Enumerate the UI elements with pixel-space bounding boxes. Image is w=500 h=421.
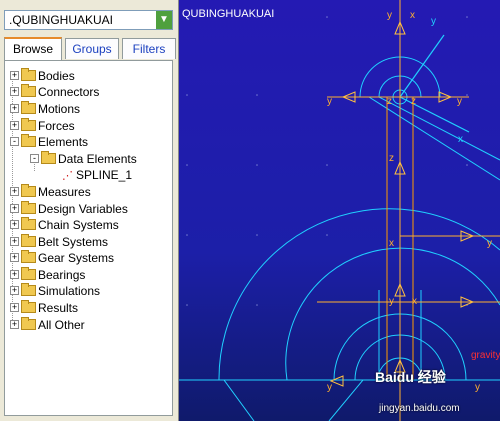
watermark-url: jingyan.baidu.com: [379, 403, 460, 414]
chevron-down-icon[interactable]: ▼: [156, 11, 172, 29]
expand-icon[interactable]: +: [10, 71, 19, 80]
axis-label-y: y: [389, 296, 394, 307]
folder-icon: [21, 300, 36, 313]
expand-icon[interactable]: +: [10, 253, 19, 262]
axis-label-y: y: [431, 16, 436, 27]
expand-icon[interactable]: +: [10, 187, 19, 196]
tree-item-label: Results: [38, 301, 79, 315]
tree-item-label: Measures: [38, 185, 91, 199]
folder-open-icon: [41, 151, 56, 164]
folder-icon: [21, 201, 36, 214]
folder-icon: [21, 317, 36, 330]
tab-browse[interactable]: Browse: [4, 37, 62, 60]
axis-label-z: z: [411, 96, 416, 107]
expand-icon[interactable]: +: [10, 303, 19, 312]
expand-icon[interactable]: +: [10, 320, 19, 329]
axis-label-y: y: [327, 382, 332, 393]
expand-icon[interactable]: +: [10, 87, 19, 96]
axis-label-y: y: [327, 96, 332, 107]
expand-icon[interactable]: +: [10, 204, 19, 213]
folder-icon: [21, 68, 36, 81]
model-tree: + Bodies + Connectors + Motions + Forces…: [4, 60, 173, 416]
folder-icon: [21, 283, 36, 296]
folder-icon: [21, 267, 36, 280]
model-selector[interactable]: .QUBINGHUAKUAI ▼: [4, 10, 173, 30]
axis-label-x: x: [458, 134, 463, 145]
folder-icon: [21, 101, 36, 114]
model-geometry: y x y y z x y y x y y z z y x gravity: [179, 0, 500, 421]
axis-label-y: y: [387, 10, 392, 21]
folder-icon: [21, 118, 36, 131]
tree-item-label: Gear Systems: [38, 251, 115, 265]
browser-tabs: Browse Groups Filters: [4, 37, 176, 60]
axis-label-x: x: [410, 10, 415, 21]
expand-icon[interactable]: +: [10, 121, 19, 130]
tree-item-label: Design Variables: [38, 202, 128, 216]
tree-item-label: Data Elements: [58, 152, 137, 166]
spline-icon: ⋰: [62, 170, 73, 182]
expand-icon[interactable]: +: [10, 104, 19, 113]
tree-item-label: Elements: [38, 135, 89, 149]
expand-icon[interactable]: +: [10, 237, 19, 246]
folder-open-icon: [21, 134, 36, 147]
tree-item-label: Forces: [38, 119, 75, 133]
tree-item-label: Simulations: [38, 284, 101, 298]
tree-item-label: Connectors: [38, 85, 100, 99]
tree-item-label: Motions: [38, 102, 81, 116]
folder-icon: [21, 184, 36, 197]
folder-icon: [21, 234, 36, 247]
collapse-icon[interactable]: -: [30, 154, 39, 163]
model-selector-value: .QUBINGHUAKUAI: [9, 13, 114, 27]
tree-item-label: SPLINE_1: [76, 168, 133, 182]
folder-icon: [21, 250, 36, 263]
axis-label-x: x: [412, 296, 417, 307]
gravity-label: gravity: [471, 350, 500, 361]
expand-icon[interactable]: +: [10, 286, 19, 295]
watermark-logo: Baidu 经验: [375, 369, 446, 385]
axis-label-z: z: [387, 96, 392, 107]
folder-icon: [21, 217, 36, 230]
axis-label-x: x: [389, 238, 394, 249]
tree-item-label: Belt Systems: [38, 235, 109, 249]
axis-label-y: y: [475, 382, 480, 393]
expand-icon[interactable]: +: [10, 220, 19, 229]
tab-filters[interactable]: Filters: [122, 38, 176, 59]
tree-item-label: Chain Systems: [38, 218, 119, 232]
folder-icon: [21, 84, 36, 97]
graphics-viewport[interactable]: QUBINGHUAKUAI y x y y z x y y x y y z z …: [179, 0, 500, 421]
expand-icon[interactable]: +: [10, 270, 19, 279]
tree-item-label: All Other: [38, 318, 85, 332]
tab-groups[interactable]: Groups: [65, 38, 119, 59]
tree-item-label: Bodies: [38, 69, 75, 83]
axis-label-y: y: [457, 96, 462, 107]
axis-label-z: z: [389, 153, 394, 164]
axis-label-y: y: [487, 238, 492, 249]
tree-item-label: Bearings: [38, 268, 86, 282]
model-browser-panel: .QUBINGHUAKUAI ▼ Browse Groups Filters +…: [0, 0, 179, 421]
collapse-icon[interactable]: -: [10, 137, 19, 146]
